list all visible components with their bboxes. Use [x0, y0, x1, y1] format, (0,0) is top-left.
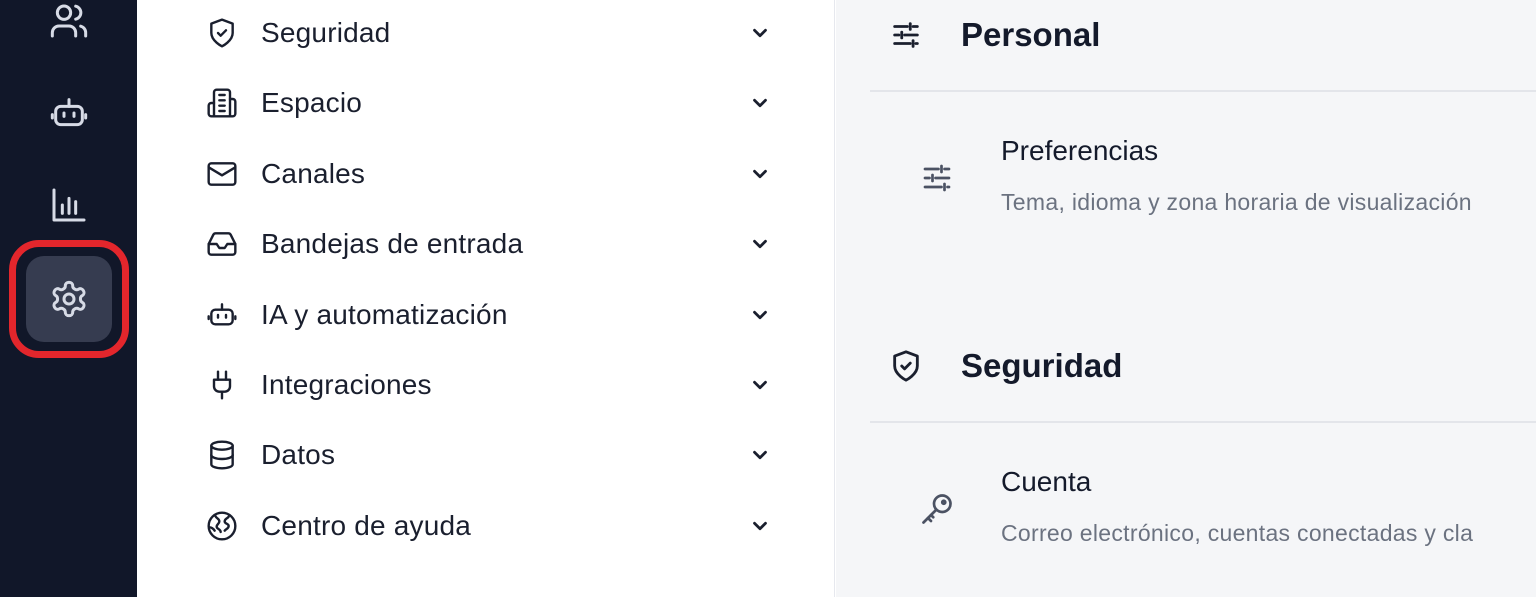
globe-icon — [205, 509, 239, 543]
nav-item-label: Canales — [261, 158, 366, 189]
key-icon — [918, 490, 956, 528]
nav-item-seguridad[interactable]: Seguridad — [137, 5, 835, 61]
chevron-down-icon[interactable] — [747, 231, 773, 257]
nav-item-centro-ayuda[interactable]: Centro de ayuda — [137, 498, 835, 554]
sliders-icon — [918, 159, 956, 197]
section-divider — [870, 90, 1536, 92]
shield-check-icon — [888, 348, 924, 384]
nav-item-espacio[interactable]: Espacio — [137, 75, 835, 131]
section-title: Personal — [961, 16, 1101, 53]
section-divider — [870, 421, 1536, 423]
robot-icon — [50, 98, 88, 127]
icon-rail — [0, 0, 137, 597]
shield-check-icon — [205, 16, 239, 50]
nav-item-ia[interactable]: IA y automatización — [137, 287, 835, 343]
settings-card-preferencias[interactable]: Preferencias Tema, idioma y zona horaria… — [836, 125, 1536, 235]
nav-item-datos[interactable]: Datos — [137, 427, 835, 483]
database-icon — [205, 438, 239, 472]
mail-icon — [205, 157, 239, 191]
nav-item-label: Integraciones — [261, 369, 432, 400]
users-icon — [50, 4, 88, 38]
nav-item-label: Centro de ayuda — [261, 510, 472, 541]
chevron-down-icon[interactable] — [747, 372, 773, 398]
robot-icon — [205, 298, 239, 332]
chevron-down-icon[interactable] — [747, 161, 773, 187]
chevron-down-icon[interactable] — [747, 513, 773, 539]
chevron-down-icon[interactable] — [747, 442, 773, 468]
nav-item-canales[interactable]: Canales — [137, 146, 835, 202]
card-title: Cuenta — [1001, 466, 1092, 497]
sliders-icon — [888, 17, 924, 53]
settings-main: Personal Preferencias Tema, idioma y zon… — [836, 0, 1536, 597]
chevron-down-icon[interactable] — [747, 20, 773, 46]
section-header-seguridad: Seguridad — [836, 331, 1536, 401]
rail-users-button[interactable] — [26, 0, 112, 64]
nav-item-label: Espacio — [261, 87, 363, 118]
settings-nav: Seguridad Espacio Canales Bandejas de en… — [137, 0, 835, 597]
nav-item-label: Datos — [261, 439, 336, 470]
rail-bot-button[interactable] — [26, 70, 112, 156]
rail-settings-button[interactable] — [26, 256, 112, 342]
nav-item-label: Bandejas de entrada — [261, 228, 524, 259]
nav-item-label: IA y automatización — [261, 299, 508, 330]
gear-icon — [52, 280, 86, 318]
section-header-personal: Personal — [836, 0, 1536, 70]
chevron-down-icon[interactable] — [747, 302, 773, 328]
nav-item-label: Seguridad — [261, 17, 391, 48]
card-description: Correo electrónico, cuentas conectadas y… — [1001, 520, 1474, 546]
bar-chart-icon — [52, 188, 86, 222]
nav-item-integraciones[interactable]: Integraciones — [137, 357, 835, 413]
building-icon — [205, 86, 239, 120]
chevron-down-icon[interactable] — [747, 90, 773, 116]
rail-reports-button[interactable] — [26, 162, 112, 248]
section-title: Seguridad — [961, 347, 1123, 384]
plug-icon — [205, 368, 239, 402]
card-description: Tema, idioma y zona horaria de visualiza… — [1001, 189, 1472, 215]
settings-card-cuenta[interactable]: Cuenta Correo electrónico, cuentas conec… — [836, 456, 1536, 566]
nav-item-bandejas[interactable]: Bandejas de entrada — [137, 216, 835, 272]
inbox-icon — [205, 227, 239, 261]
card-title: Preferencias — [1001, 135, 1159, 166]
